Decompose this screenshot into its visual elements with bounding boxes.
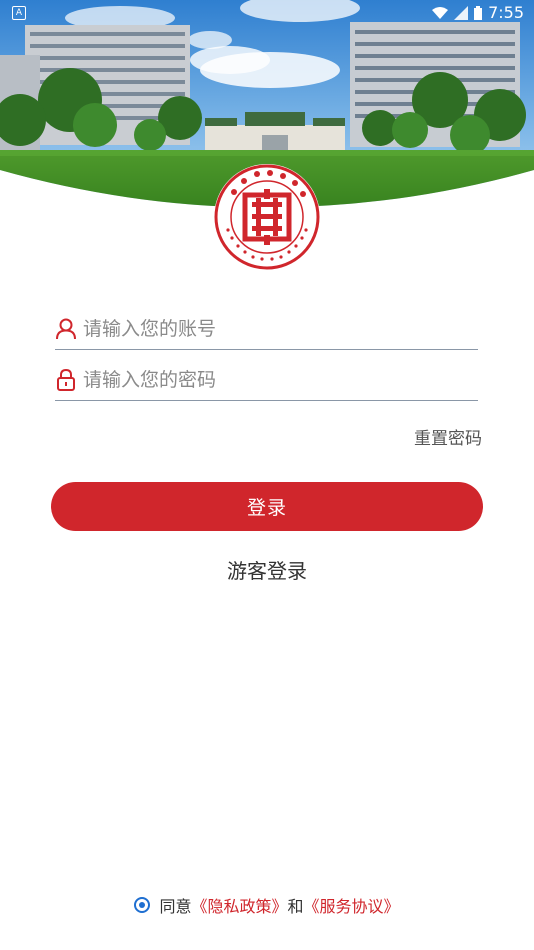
signal-icon bbox=[454, 5, 469, 20]
wifi-icon bbox=[432, 6, 449, 20]
password-field bbox=[55, 360, 478, 401]
login-screen: A 7:55 请输入您的账号 重置密码 登录 游客登录 同意 《隐私政策》 和 … bbox=[0, 0, 534, 950]
status-bar: A 7:55 bbox=[0, 0, 534, 26]
account-field bbox=[55, 309, 478, 350]
password-input[interactable] bbox=[83, 369, 463, 391]
status-icons: 7:55 bbox=[432, 3, 524, 22]
account-input[interactable] bbox=[83, 318, 463, 340]
notification-icon: A bbox=[12, 6, 26, 20]
and-label: 和 bbox=[287, 897, 304, 916]
login-button[interactable]: 登录 bbox=[51, 482, 483, 531]
service-agreement-link[interactable]: 《服务协议》 bbox=[304, 893, 400, 917]
reset-password-link[interactable]: 重置密码 bbox=[414, 424, 482, 449]
agree-radio[interactable] bbox=[134, 897, 151, 913]
agree-label: 同意 bbox=[159, 897, 192, 916]
status-time: 7:55 bbox=[488, 3, 524, 22]
agreement-row: 同意 《隐私政策》 和 《服务协议》 bbox=[0, 893, 534, 917]
battery-icon bbox=[474, 5, 483, 20]
user-icon bbox=[55, 317, 77, 341]
college-logo bbox=[212, 162, 322, 272]
privacy-policy-link[interactable]: 《隐私政策》 bbox=[191, 893, 287, 917]
guest-login-link[interactable]: 游客登录 bbox=[0, 555, 534, 584]
lock-icon bbox=[55, 368, 77, 392]
